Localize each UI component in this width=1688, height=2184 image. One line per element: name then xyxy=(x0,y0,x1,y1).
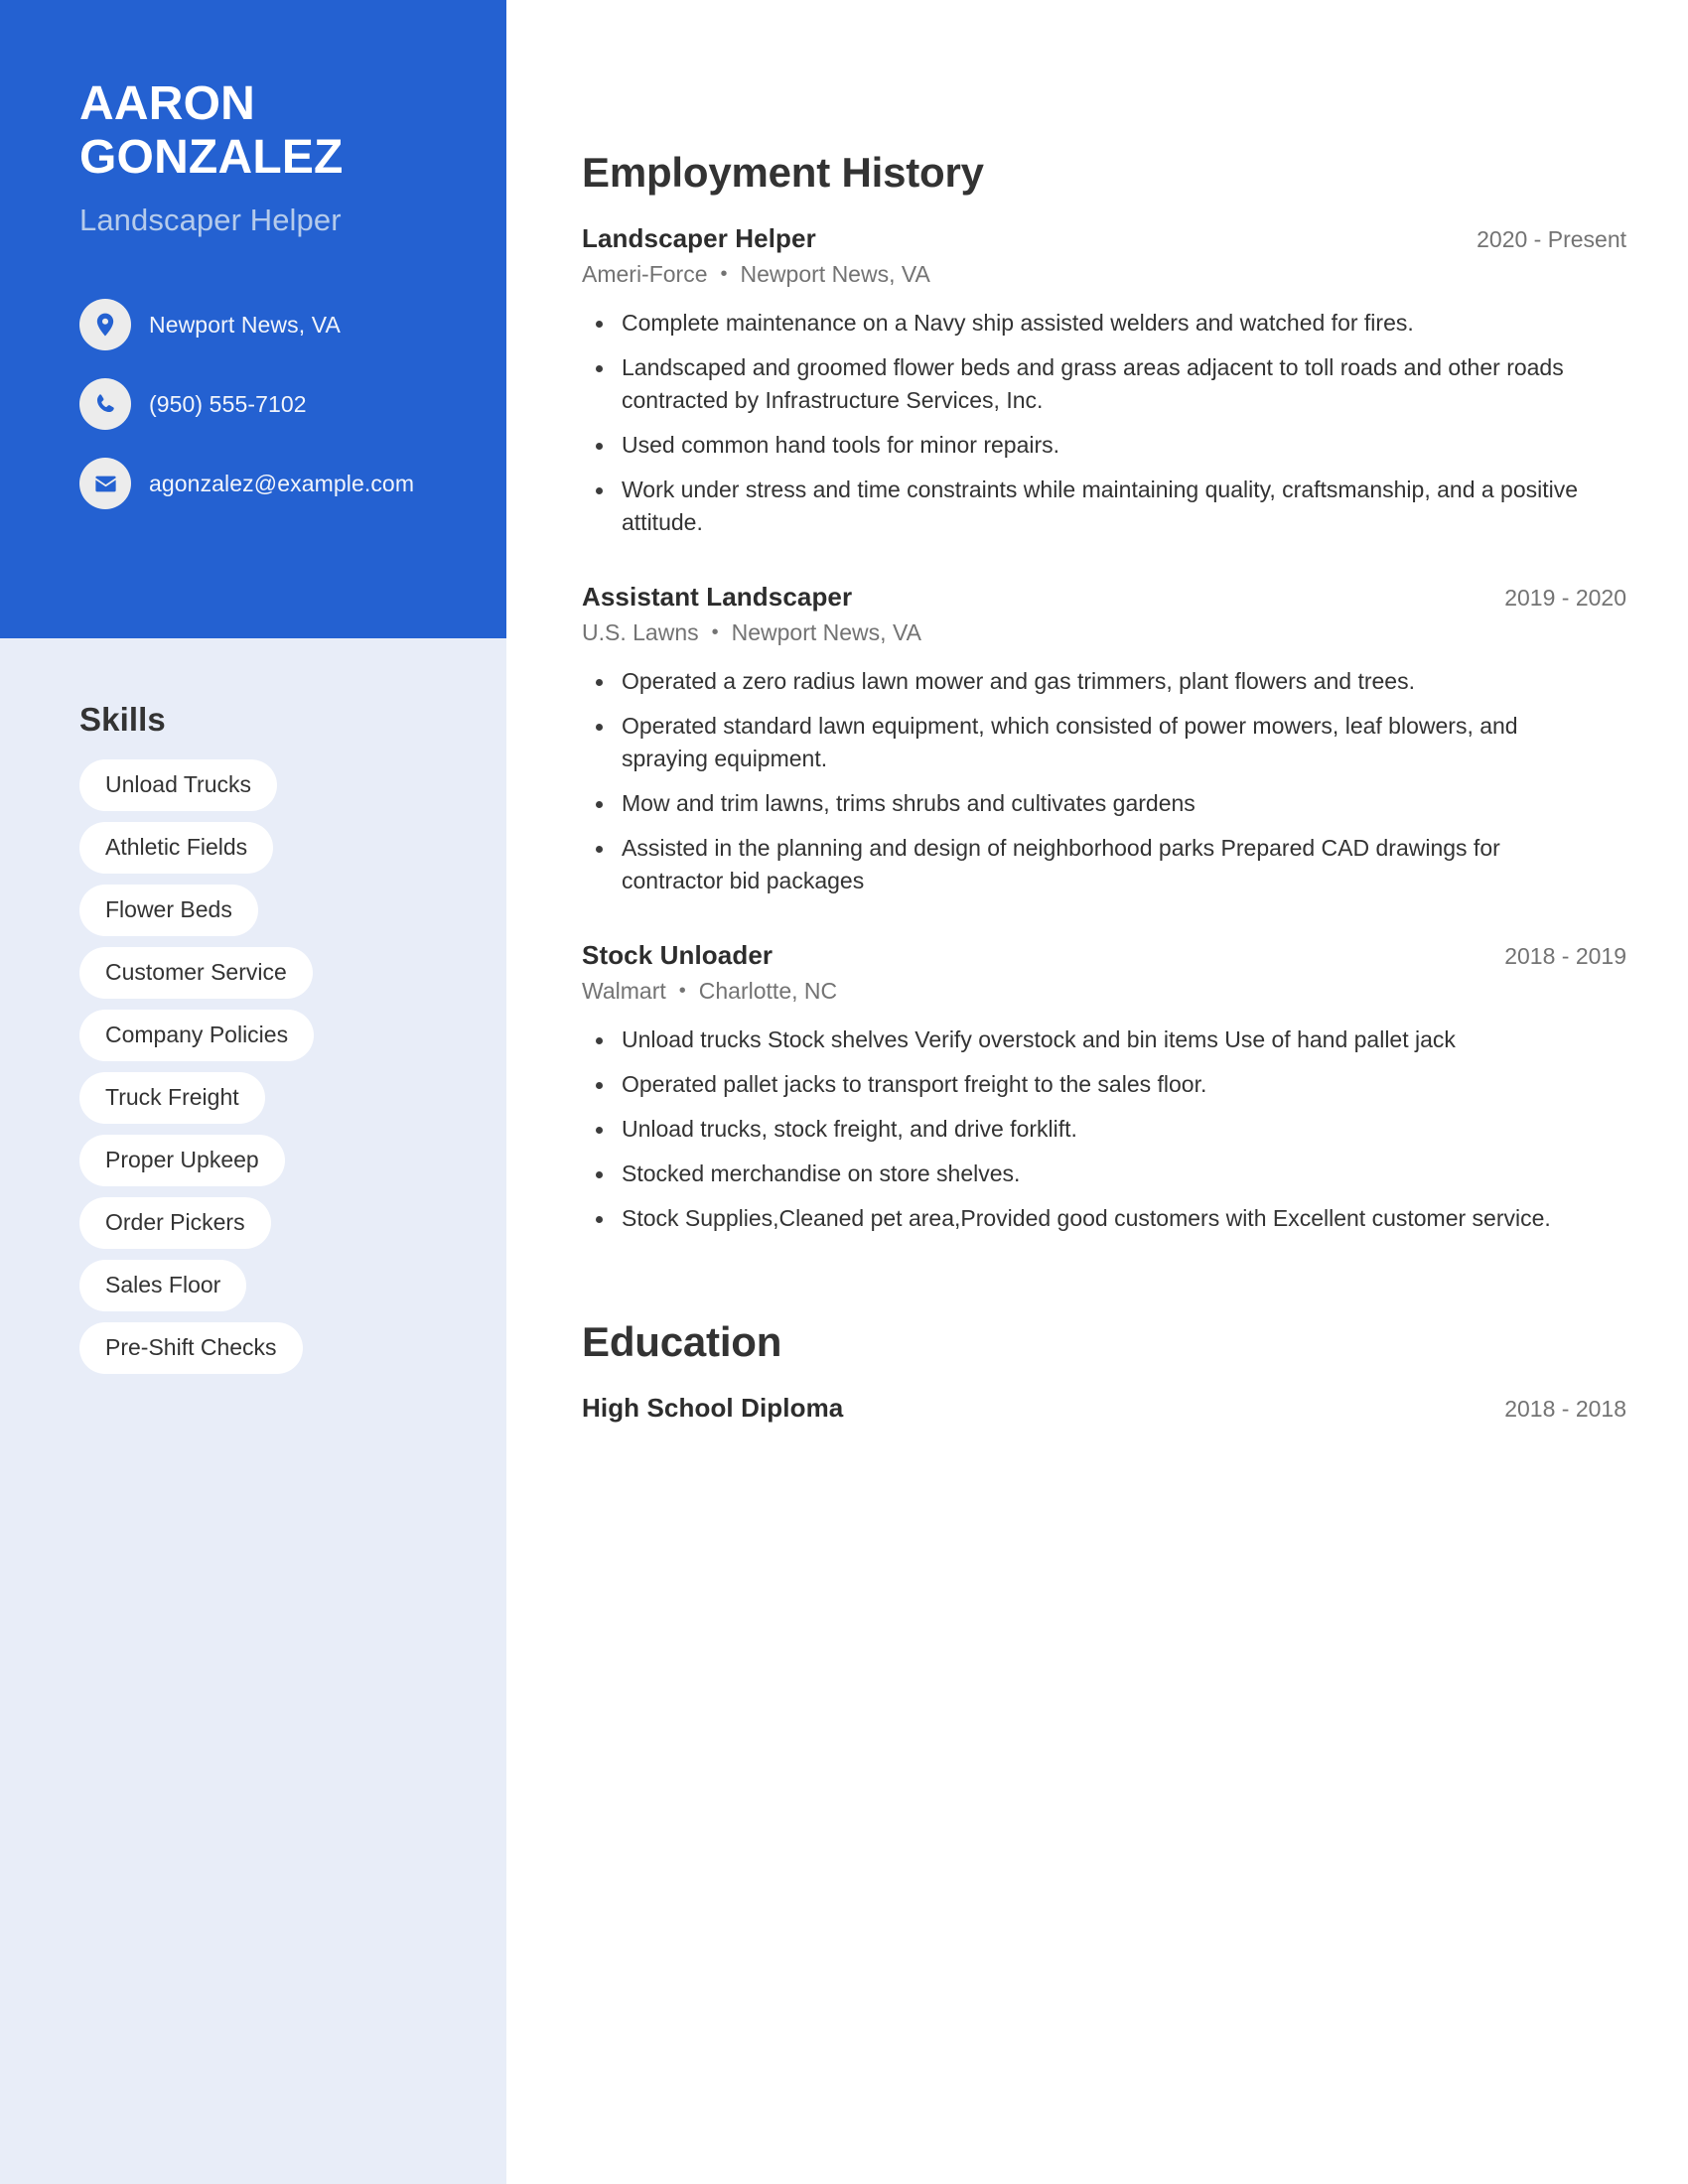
meta-separator-dot-icon: • xyxy=(678,980,686,1002)
job-role: Landscaper Helper xyxy=(582,223,816,253)
meta-separator-dot-icon: • xyxy=(720,263,728,285)
location-pin-icon xyxy=(79,299,131,350)
contact-phone-text: (950) 555-7102 xyxy=(149,391,307,417)
job-entry: Assistant Landscaper 2019 - 2020 U.S. La… xyxy=(582,581,1626,897)
candidate-name: AARON GONZALEZ xyxy=(79,77,429,185)
job-meta: U.S. Lawns • Newport News, VA xyxy=(582,617,1626,647)
sidebar-header: AARON GONZALEZ Landscaper Helper Newport… xyxy=(0,0,506,638)
skill-pill: Truck Freight xyxy=(79,1072,265,1124)
job-role: Assistant Landscaper xyxy=(582,582,853,612)
job-company: Ameri-Force xyxy=(582,261,708,287)
candidate-job-title: Landscaper Helper xyxy=(79,203,342,237)
job-bullet: Unload trucks, stock freight, and drive … xyxy=(582,1113,1595,1146)
meta-separator-dot-icon: • xyxy=(711,621,719,643)
candidate-name-line1: AARON xyxy=(79,77,255,130)
skills-section: Skills Unload Trucks Athletic Fields Flo… xyxy=(0,638,506,1374)
contact-item-location: Newport News, VA xyxy=(79,299,429,350)
job-bullet: Unload trucks Stock shelves Verify overs… xyxy=(582,1024,1595,1056)
job-entry-header: Landscaper Helper 2020 - Present xyxy=(582,222,1626,255)
education-entry-header: High School Diploma 2018 - 2018 xyxy=(582,1392,1626,1425)
job-bullet: Work under stress and time constraints w… xyxy=(582,474,1595,539)
job-bullet: Used common hand tools for minor repairs… xyxy=(582,429,1595,462)
job-dates: 2018 - 2019 xyxy=(1504,943,1626,969)
education-entry: High School Diploma 2018 - 2018 xyxy=(582,1392,1626,1425)
skill-pill: Flower Beds xyxy=(79,885,258,936)
job-bullet: Operated standard lawn equipment, which … xyxy=(582,710,1595,775)
sidebar: AARON GONZALEZ Landscaper Helper Newport… xyxy=(0,0,506,2184)
job-company: U.S. Lawns xyxy=(582,619,699,645)
skill-pill: Pre-Shift Checks xyxy=(79,1322,303,1374)
job-bullet: Stocked merchandise on store shelves. xyxy=(582,1158,1595,1190)
contact-item-phone: (950) 555-7102 xyxy=(79,378,429,430)
skill-pill: Sales Floor xyxy=(79,1260,247,1311)
job-bullet: Operated a zero radius lawn mower and ga… xyxy=(582,665,1595,698)
job-bullet-list: Unload trucks Stock shelves Verify overs… xyxy=(582,1024,1626,1235)
education-degree: High School Diploma xyxy=(582,1393,844,1423)
job-bullet: Stock Supplies,Cleaned pet area,Provided… xyxy=(582,1202,1595,1235)
job-location: Newport News, VA xyxy=(740,261,930,287)
skill-pill: Proper Upkeep xyxy=(79,1135,285,1186)
skills-heading: Skills xyxy=(79,701,166,738)
main-content: Employment History Landscaper Helper 202… xyxy=(506,0,1688,2184)
job-entry-header: Assistant Landscaper 2019 - 2020 xyxy=(582,581,1626,614)
contact-list: Newport News, VA (950) 555-7102 agonzale… xyxy=(79,299,429,509)
job-bullet-list: Operated a zero radius lawn mower and ga… xyxy=(582,665,1626,897)
education-dates: 2018 - 2018 xyxy=(1504,1396,1626,1422)
skill-pill: Unload Trucks xyxy=(79,759,278,811)
skill-pill: Athletic Fields xyxy=(79,822,274,874)
skill-pill-list: Unload Trucks Athletic Fields Flower Bed… xyxy=(79,759,447,1374)
skill-pill: Order Pickers xyxy=(79,1197,271,1249)
education-heading: Education xyxy=(582,1318,782,1365)
job-bullet-list: Complete maintenance on a Navy ship assi… xyxy=(582,307,1626,539)
job-location: Newport News, VA xyxy=(731,619,921,645)
job-bullet: Operated pallet jacks to transport freig… xyxy=(582,1068,1595,1101)
job-location: Charlotte, NC xyxy=(698,978,838,1004)
envelope-icon xyxy=(79,458,131,509)
job-entry: Stock Unloader 2018 - 2019 Walmart • Cha… xyxy=(582,939,1626,1235)
job-meta: Walmart • Charlotte, NC xyxy=(582,976,1626,1006)
job-dates: 2019 - 2020 xyxy=(1504,585,1626,611)
job-bullet: Landscaped and groomed flower beds and g… xyxy=(582,351,1595,417)
employment-history-section: Employment History Landscaper Helper 202… xyxy=(582,149,1626,1235)
employment-history-heading: Employment History xyxy=(582,149,984,196)
skill-pill: Customer Service xyxy=(79,947,313,999)
contact-location-text: Newport News, VA xyxy=(149,312,341,338)
job-company: Walmart xyxy=(582,978,666,1004)
skill-pill: Company Policies xyxy=(79,1010,315,1061)
contact-email-text: agonzalez@example.com xyxy=(149,471,415,496)
resume-page: AARON GONZALEZ Landscaper Helper Newport… xyxy=(0,0,1688,2184)
job-bullet: Assisted in the planning and design of n… xyxy=(582,832,1595,897)
education-section: Education High School Diploma 2018 - 201… xyxy=(582,1318,1626,1425)
job-bullet: Mow and trim lawns, trims shrubs and cul… xyxy=(582,787,1595,820)
job-role: Stock Unloader xyxy=(582,940,774,970)
job-dates: 2020 - Present xyxy=(1477,226,1626,252)
candidate-name-line2: GONZALEZ xyxy=(79,131,344,184)
job-meta: Ameri-Force • Newport News, VA xyxy=(582,259,1626,289)
job-entry-header: Stock Unloader 2018 - 2019 xyxy=(582,939,1626,972)
phone-icon xyxy=(79,378,131,430)
job-entry: Landscaper Helper 2020 - Present Ameri-F… xyxy=(582,222,1626,539)
contact-item-email: agonzalez@example.com xyxy=(79,458,429,509)
job-bullet: Complete maintenance on a Navy ship assi… xyxy=(582,307,1595,340)
